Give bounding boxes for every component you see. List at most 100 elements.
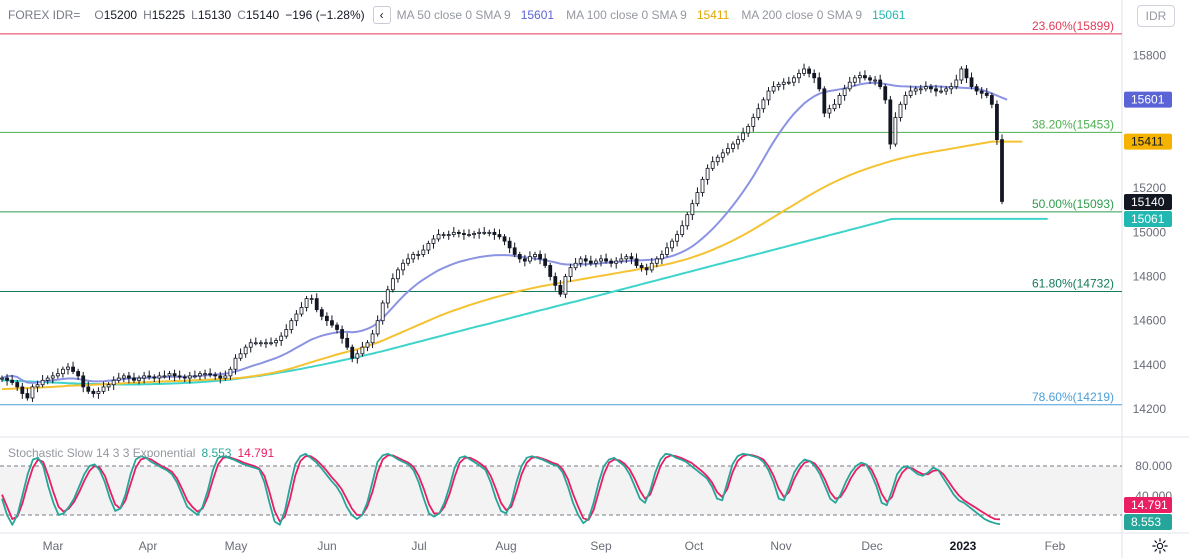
price-axis-tick: 14200 [1133, 402, 1167, 416]
ma200-line [1, 217, 1048, 386]
candle-body [1000, 139, 1004, 202]
stochastic-band [0, 466, 1122, 515]
time-axis-label: 2023 [950, 539, 977, 553]
candle-body [857, 75, 862, 79]
candle-body [923, 86, 928, 90]
candle-body [71, 366, 75, 372]
candle-body [436, 234, 441, 240]
candle-body [162, 375, 167, 378]
candle-body [314, 298, 319, 311]
price-tag-label: 15061 [1131, 212, 1165, 226]
candle-body [594, 260, 598, 264]
price-tag-label: 15140 [1131, 195, 1165, 209]
candle-body [893, 117, 898, 145]
candle-body [563, 276, 568, 295]
stochastic-legend[interactable]: Stochastic Slow 14 3 3 Exponential 8.553 1… [8, 446, 274, 460]
price-tag-label: 15601 [1131, 93, 1165, 107]
candle-body [446, 234, 451, 236]
candle-body [538, 254, 542, 260]
candle-body [568, 267, 573, 277]
candle-body [96, 390, 101, 394]
candle-body [91, 390, 96, 394]
ma50-line [1, 81, 1008, 384]
candle-body [573, 262, 578, 269]
candle-body [512, 247, 517, 255]
candle-body [25, 393, 30, 399]
stochastic-d-value: 14.791 [237, 446, 275, 460]
candle-body [522, 258, 527, 262]
candle-body [989, 95, 994, 105]
candle-body [487, 231, 492, 234]
candle-body [472, 233, 476, 235]
candle-body [50, 375, 55, 379]
candle-body [649, 262, 654, 271]
candle-body [147, 375, 152, 378]
candle-body [45, 377, 50, 381]
candle-body [218, 375, 223, 379]
time-axis-label: Dec [861, 539, 882, 553]
candle-body [380, 302, 385, 322]
candle-body [959, 68, 964, 81]
candle-body [238, 353, 243, 359]
candle-body [553, 276, 558, 286]
candle-body [132, 377, 136, 381]
candle-body [868, 77, 872, 81]
candle-body [852, 77, 857, 83]
candle-body [233, 357, 238, 370]
candle-body [137, 377, 141, 381]
candle-body [157, 375, 162, 379]
candle-body [111, 379, 116, 386]
candle-body [644, 267, 649, 271]
price-axis-tick: 15000 [1133, 225, 1167, 239]
time-axis-label: Jun [317, 539, 336, 553]
candle-body [715, 156, 720, 163]
price-axis-tick: 14400 [1133, 358, 1167, 372]
candle-body [725, 148, 730, 154]
candle-body [248, 342, 253, 348]
candle-body [5, 377, 9, 381]
candle-body [888, 99, 893, 145]
candle-body [198, 373, 202, 377]
candle-body [330, 320, 334, 326]
candle-body [152, 376, 157, 379]
candle-body [10, 379, 15, 383]
time-axis-label: Apr [139, 539, 158, 553]
candle-body [203, 373, 207, 376]
candle-body [604, 258, 608, 262]
candle-body [340, 329, 345, 339]
candle-body [812, 72, 817, 79]
candle-body [883, 86, 888, 101]
gear-icon[interactable] [1151, 537, 1169, 555]
candle-body [213, 374, 218, 377]
candle-body [690, 203, 695, 216]
stochastic-axis-tick: 80.000 [1135, 459, 1172, 473]
time-axis-label: Nov [770, 539, 791, 553]
candle-body [528, 256, 532, 262]
candle-body [76, 371, 81, 377]
candle-body [177, 375, 182, 378]
candle-body [761, 99, 766, 110]
candle-body [944, 88, 949, 92]
candle-body [40, 379, 45, 386]
candle-body [431, 238, 436, 244]
candle-body [807, 68, 812, 74]
candle-body [253, 342, 258, 345]
candle-body [81, 375, 86, 388]
price-tag-label: 15411 [1131, 135, 1164, 149]
candle-body [847, 81, 852, 90]
candle-body [746, 125, 751, 134]
candle-body [533, 254, 537, 258]
candle-body [426, 242, 431, 251]
candle-body [751, 117, 756, 127]
candle-body [187, 375, 192, 379]
price-chart[interactable]: 23.60%(15899) 38.20%(15453) 50.00%(15093) 6… [0, 0, 1189, 558]
candle-body [786, 81, 791, 84]
candle-body [578, 258, 583, 264]
candle-body [797, 72, 801, 79]
candle-body [665, 247, 669, 255]
time-axis-label: Sep [590, 539, 612, 553]
candle-body [319, 309, 324, 317]
candle-body [451, 231, 456, 235]
candle-body [558, 284, 563, 295]
candle-body [396, 269, 400, 280]
